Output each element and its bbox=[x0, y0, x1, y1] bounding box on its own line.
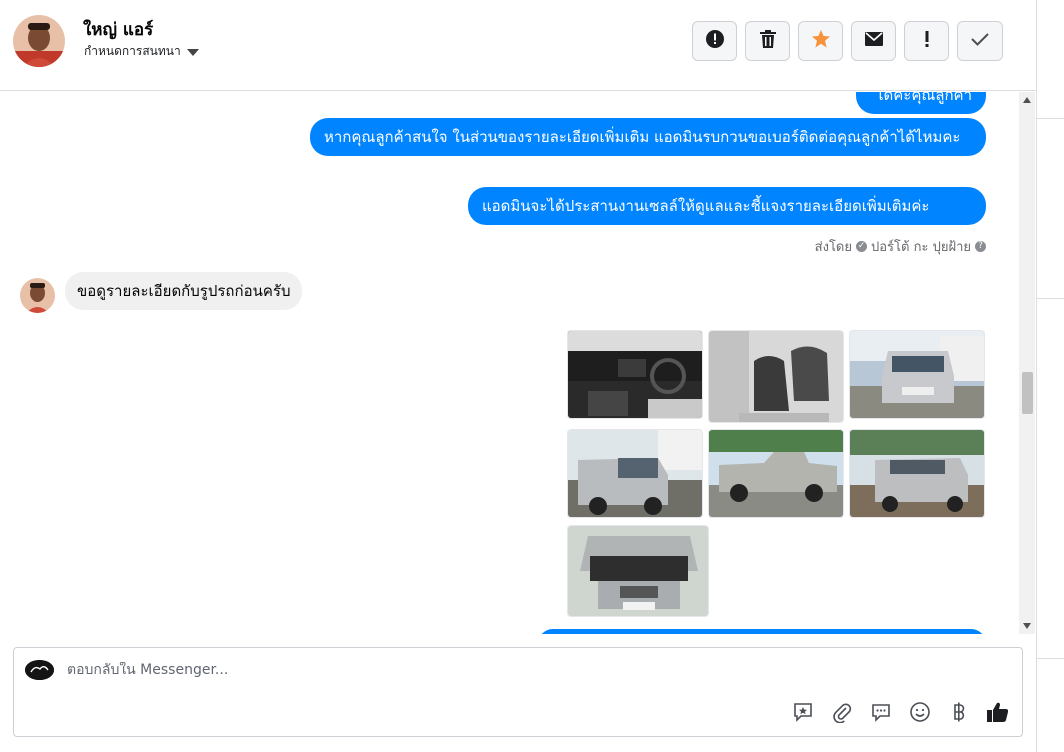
scroll-down-arrow-icon[interactable] bbox=[1019, 618, 1035, 634]
divider bbox=[1037, 118, 1064, 119]
important-button[interactable] bbox=[904, 21, 949, 61]
thumbs-up-icon[interactable] bbox=[983, 700, 1013, 724]
conversation-toolbar bbox=[692, 21, 1003, 61]
side-panel-edge bbox=[1036, 0, 1064, 752]
car-photo-side-view[interactable] bbox=[708, 429, 844, 518]
conversation-header: ใหญ่ แอร์ กำหนดการสนทนา bbox=[0, 0, 1036, 91]
message-thread[interactable]: ได้ค่ะคุณลูกค้า หากคุณลูกค้าสนใจ ในส่วนข… bbox=[0, 92, 1036, 634]
incoming-message: ขอดูรายละเอียดกับรูปรถก่อนครับ bbox=[65, 272, 303, 310]
divider bbox=[1037, 298, 1064, 299]
chat-bubble-icon[interactable] bbox=[866, 700, 896, 724]
assign-label: กำหนดการสนทนา bbox=[84, 44, 181, 58]
outgoing-message: หากคุณลูกค้าสนใจ ในส่วนของรายละเอียดเพิ่… bbox=[310, 118, 986, 156]
sent-by-prefix: ส่งโดย bbox=[814, 240, 852, 255]
attachment-icon[interactable] bbox=[827, 700, 857, 724]
contact-name: ใหญ่ แอร์ bbox=[83, 20, 154, 40]
assign-conversation-dropdown[interactable]: กำหนดการสนทนา bbox=[84, 42, 199, 61]
scroll-up-arrow-icon[interactable] bbox=[1019, 92, 1035, 108]
caret-down-icon bbox=[186, 49, 199, 56]
reply-input[interactable] bbox=[67, 662, 967, 678]
verified-icon: ✓ bbox=[856, 241, 867, 252]
car-photo-interior-dashboard[interactable] bbox=[567, 330, 703, 419]
check-icon bbox=[970, 31, 990, 51]
scrollbar-thumb[interactable] bbox=[1022, 372, 1033, 414]
delete-button[interactable] bbox=[745, 21, 790, 61]
exclamation-icon bbox=[924, 30, 930, 52]
composer-actions bbox=[788, 700, 1013, 724]
alert-circle-icon bbox=[705, 29, 725, 53]
help-icon[interactable]: ? bbox=[975, 241, 986, 252]
envelope-icon bbox=[864, 31, 884, 51]
outgoing-message: แอดมินจะได้ประสานงานเซลล์ให้ดูแลและชี้แจ… bbox=[468, 187, 986, 225]
baht-icon[interactable] bbox=[944, 700, 974, 724]
mark-unread-button[interactable] bbox=[851, 21, 896, 61]
outgoing-message: ได้ค่ะคุณลูกค้า bbox=[856, 92, 986, 114]
star-icon bbox=[811, 29, 831, 53]
car-photo-rear-view-left[interactable] bbox=[567, 429, 703, 518]
outgoing-message-partial bbox=[538, 629, 986, 634]
car-photo-front-view[interactable] bbox=[849, 330, 985, 419]
car-photo-interior-seats[interactable] bbox=[708, 330, 844, 423]
page-logo bbox=[25, 660, 54, 680]
thread-scrollbar[interactable] bbox=[1019, 92, 1035, 634]
divider bbox=[1037, 658, 1064, 659]
mark-done-button[interactable] bbox=[957, 21, 1003, 61]
reply-composer bbox=[13, 647, 1023, 737]
trash-icon bbox=[759, 29, 777, 53]
sent-by-label: ส่งโดย ✓ ปอร์โต้ กะ ปุยฝ้าย ? bbox=[720, 236, 986, 257]
avatar[interactable] bbox=[13, 15, 65, 67]
saved-reply-icon[interactable] bbox=[788, 700, 818, 724]
sender-name[interactable]: ปอร์โต้ กะ ปุยฝ้าย bbox=[871, 236, 971, 257]
inbox-conversation-panel: ใหญ่ แอร์ กำหนดการสนทนา ได้ค่ะคุณลูกค้า … bbox=[0, 0, 1036, 752]
star-button[interactable] bbox=[798, 21, 843, 61]
car-photo-rear-view-right[interactable] bbox=[849, 429, 985, 518]
avatar[interactable] bbox=[20, 278, 55, 313]
emoji-icon[interactable] bbox=[905, 700, 935, 724]
report-spam-button[interactable] bbox=[692, 21, 737, 61]
car-photo-engine-bay[interactable] bbox=[567, 525, 709, 617]
